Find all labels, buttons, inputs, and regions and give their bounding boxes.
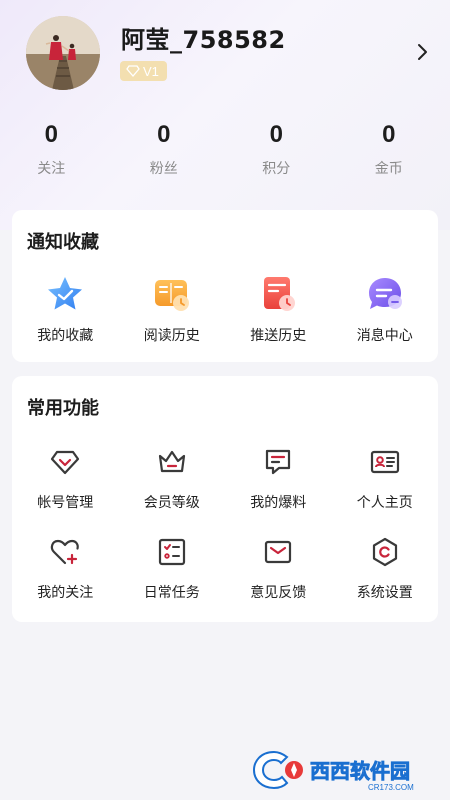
push-history-item[interactable]: 推送历史 xyxy=(225,274,332,354)
watermark-logo: 西西软件园 CR173.COM xyxy=(252,750,414,792)
envelope-icon xyxy=(265,540,292,564)
stat-label: 关注 xyxy=(37,161,66,177)
diamond-check-icon xyxy=(51,450,80,475)
chevron-right-icon[interactable] xyxy=(412,42,432,62)
stat-value: 0 xyxy=(269,121,283,148)
grid-label: 消息中心 xyxy=(356,328,413,344)
membership-level-item[interactable]: 会员等级 xyxy=(119,446,226,536)
personal-homepage-item[interactable]: 个人主页 xyxy=(332,446,439,536)
id-card-icon xyxy=(370,450,399,474)
grid-label: 意见反馈 xyxy=(250,585,307,601)
notifications-card: 通知收藏 我的收藏 阅读历史 推送历史 消息中心 xyxy=(12,210,438,362)
grid-label: 日常任务 xyxy=(143,585,200,601)
my-follows-item[interactable]: 我的关注 xyxy=(12,536,119,626)
grid-label: 推送历史 xyxy=(250,328,307,344)
grid-label: 个人主页 xyxy=(356,495,413,511)
stat-label: 金币 xyxy=(374,161,403,177)
vip-level: V1 xyxy=(143,63,159,79)
my-reports-item[interactable]: 我的爆料 xyxy=(225,446,332,536)
grid-label: 帐号管理 xyxy=(37,495,94,511)
my-favorites-item[interactable]: 我的收藏 xyxy=(12,274,119,354)
grid-label: 会员等级 xyxy=(143,495,200,511)
watermark: 西西软件园 CR173.COM xyxy=(250,746,440,794)
stat-fans[interactable]: 0 粉丝 xyxy=(113,120,226,190)
stat-points[interactable]: 0 积分 xyxy=(225,120,338,190)
avatar[interactable] xyxy=(26,16,100,90)
vip-badge[interactable]: V1 xyxy=(120,61,167,81)
username: 阿莹_758582 xyxy=(121,26,286,54)
account-management-item[interactable]: 帐号管理 xyxy=(12,446,119,536)
settings-icon xyxy=(372,537,397,567)
star-icon xyxy=(48,277,83,310)
grid-label: 我的收藏 xyxy=(37,328,94,344)
stat-value: 0 xyxy=(44,121,58,148)
stat-value: 0 xyxy=(382,121,396,148)
grid-label: 我的关注 xyxy=(37,585,94,601)
stat-label: 积分 xyxy=(262,161,291,177)
profile-header: 阿莹_758582 V1 xyxy=(0,0,450,110)
watermark-subtext: CR173.COM xyxy=(368,783,414,792)
notifications-title: 通知收藏 xyxy=(27,232,99,253)
heart-plus-icon xyxy=(51,539,80,565)
chat-bubble-icon xyxy=(368,278,402,309)
notifications-grid: 我的收藏 阅读历史 推送历史 消息中心 xyxy=(12,274,438,354)
message-icon xyxy=(266,449,291,475)
stat-label: 粉丝 xyxy=(149,161,178,177)
daily-tasks-item[interactable]: 日常任务 xyxy=(119,536,226,626)
system-settings-item[interactable]: 系统设置 xyxy=(332,536,439,626)
watermark-text: 西西软件园 xyxy=(310,759,410,783)
functions-card: 常用功能 帐号管理 会员等级 我的爆料 个人主页 我的关注 日常任务 意见反馈 … xyxy=(12,376,438,622)
checklist-icon xyxy=(158,538,185,566)
reading-history-item[interactable]: 阅读历史 xyxy=(119,274,226,354)
functions-title: 常用功能 xyxy=(27,398,99,419)
grid-label: 系统设置 xyxy=(356,585,413,601)
stats-row: 0 关注 0 粉丝 0 积分 0 金币 xyxy=(0,120,450,190)
functions-grid: 帐号管理 会员等级 我的爆料 个人主页 我的关注 日常任务 意见反馈 系统设置 xyxy=(12,446,438,626)
message-center-item[interactable]: 消息中心 xyxy=(332,274,439,354)
grid-label: 阅读历史 xyxy=(143,328,200,344)
grid-label: 我的爆料 xyxy=(250,495,307,511)
book-clock-icon xyxy=(154,280,189,311)
avatar-image xyxy=(26,16,100,90)
stat-following[interactable]: 0 关注 xyxy=(0,120,113,190)
document-clock-icon xyxy=(264,277,296,311)
stat-value: 0 xyxy=(157,121,171,148)
feedback-item[interactable]: 意见反馈 xyxy=(225,536,332,626)
crown-icon xyxy=(158,450,185,473)
diamond-icon xyxy=(126,65,140,77)
stat-coins[interactable]: 0 金币 xyxy=(338,120,450,190)
